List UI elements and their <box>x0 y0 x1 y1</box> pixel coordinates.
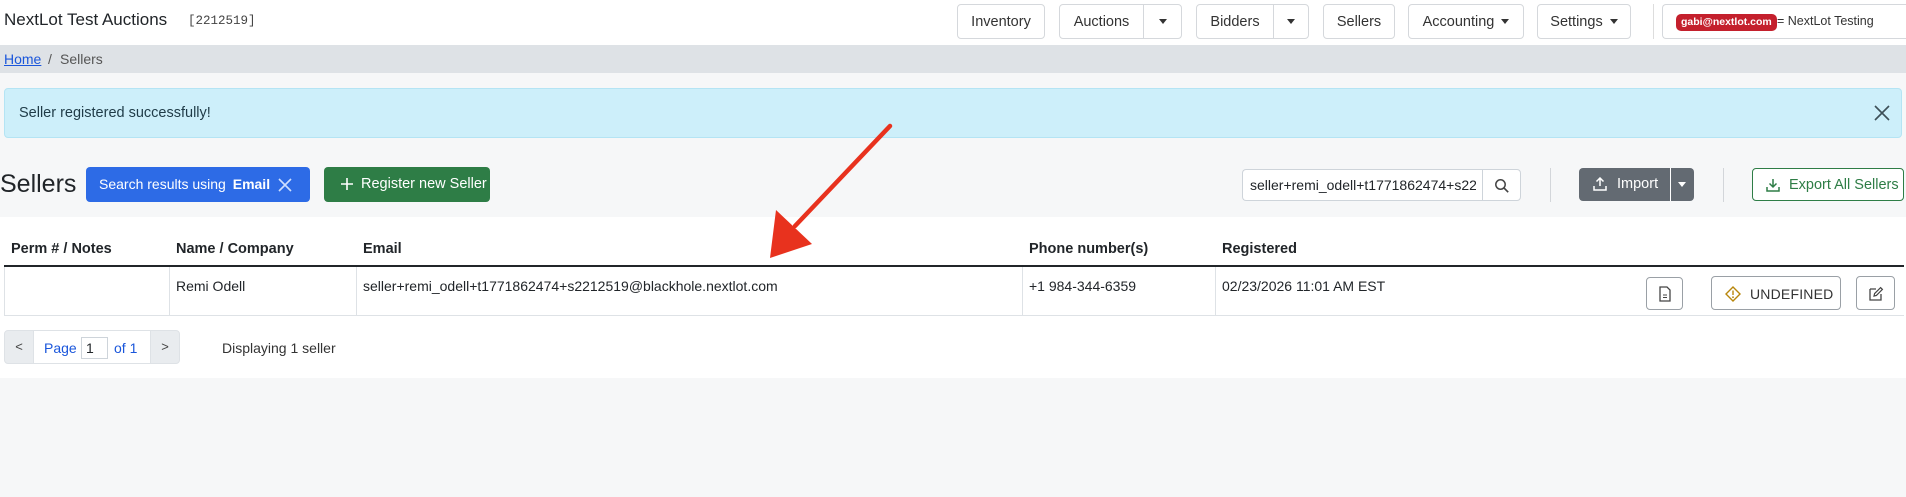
auctions-dropdown-toggle[interactable] <box>1143 4 1182 39</box>
nav-divider <box>1653 4 1654 39</box>
column-header-name[interactable]: Name / Company <box>176 241 294 257</box>
user-org-label: = NextLot Testing <box>1777 14 1874 28</box>
column-header-phone[interactable]: Phone number(s) <box>1029 241 1148 257</box>
register-seller-label: Register new Seller <box>361 176 487 192</box>
caret-down-icon <box>1287 19 1295 24</box>
cell-phone: +1 984-344-6359 <box>1029 278 1137 294</box>
nav-sellers-button[interactable]: Sellers <box>1323 4 1395 39</box>
close-icon[interactable] <box>1871 102 1893 124</box>
search-icon <box>1495 179 1509 193</box>
cell-divider <box>356 267 357 316</box>
page-number-input[interactable] <box>81 337 108 359</box>
toolbar-divider <box>1550 168 1551 202</box>
nav-settings-dropdown[interactable]: Settings <box>1537 4 1631 39</box>
alert-message: Seller registered successfully! <box>19 105 211 121</box>
top-navbar: NextLot Test Auctions [2212519] Inventor… <box>0 0 1906 45</box>
nav-settings-label: Settings <box>1550 13 1603 30</box>
search-filter-chip[interactable]: Search results using Email <box>86 167 310 202</box>
breadcrumb: Home / Sellers <box>0 45 1906 73</box>
nav-auctions-label: Auctions <box>1073 13 1130 30</box>
nav-bidders-button[interactable]: Bidders <box>1196 4 1274 39</box>
clear-filter-icon[interactable] <box>276 176 294 194</box>
cell-divider <box>1215 267 1216 316</box>
caret-down-icon <box>1501 19 1510 24</box>
edit-seller-button[interactable] <box>1856 276 1895 310</box>
nav-sellers-label: Sellers <box>1336 13 1382 30</box>
prev-page-button[interactable]: < <box>4 330 34 364</box>
breadcrumb-separator: / <box>48 51 52 67</box>
column-header-registered[interactable]: Registered <box>1222 241 1297 257</box>
search-button[interactable] <box>1482 169 1521 201</box>
page-total: of 1 <box>114 340 138 356</box>
results-summary: Displaying 1 seller <box>222 340 336 356</box>
success-alert: Seller registered successfully! <box>4 88 1902 138</box>
page-title: Sellers <box>0 170 77 198</box>
export-sellers-button[interactable]: Export All Sellers <box>1752 168 1904 201</box>
download-icon <box>1766 179 1780 192</box>
status-button[interactable]: UNDEFINED <box>1711 276 1841 310</box>
export-label: Export All Sellers <box>1789 177 1899 193</box>
brand-title[interactable]: NextLot Test Auctions <box>4 10 167 30</box>
user-email-badge: gabi@nextlot.com <box>1676 14 1777 31</box>
nav-inventory-label: Inventory <box>971 13 1031 30</box>
caret-down-icon <box>1609 19 1618 24</box>
cell-registered: 02/23/2026 11:01 AM EST <box>1222 278 1386 294</box>
search-input[interactable] <box>1242 169 1483 201</box>
pagination: < Page of 1 > <box>4 330 180 364</box>
auction-id: [2212519] <box>188 14 256 28</box>
toolbar-divider <box>1723 168 1724 202</box>
page-indicator: Page of 1 <box>34 330 150 364</box>
column-header-email[interactable]: Email <box>363 241 402 257</box>
cell-divider <box>1022 267 1023 316</box>
warning-diamond-icon <box>1725 286 1741 302</box>
caret-down-icon <box>1678 182 1686 187</box>
column-header-perm[interactable]: Perm # / Notes <box>11 241 112 257</box>
document-icon <box>1659 286 1671 302</box>
nav-bidders-label: Bidders <box>1210 13 1260 30</box>
cell-name[interactable]: Remi Odell <box>176 278 245 294</box>
register-seller-button[interactable]: Register new Seller <box>324 167 490 202</box>
status-label: UNDEFINED <box>1750 286 1834 302</box>
breadcrumb-home-link[interactable]: Home <box>4 51 41 67</box>
document-button[interactable] <box>1646 277 1683 310</box>
next-page-button[interactable]: > <box>150 330 180 364</box>
nav-accounting-dropdown[interactable]: Accounting <box>1408 4 1524 39</box>
import-label: Import <box>1617 176 1659 192</box>
plus-icon <box>338 175 356 193</box>
cell-divider <box>169 267 170 316</box>
search-chip-label: Search results using Email <box>99 176 271 192</box>
upload-icon <box>1593 177 1607 191</box>
page-label: Page <box>44 340 77 356</box>
user-account-dropdown[interactable]: gabi@nextlot.com = NextLot Testing <box>1662 4 1906 39</box>
import-dropdown-toggle[interactable] <box>1670 168 1694 201</box>
import-button[interactable]: Import <box>1579 168 1670 201</box>
table-row[interactable] <box>4 267 1904 316</box>
bidders-dropdown-toggle[interactable] <box>1273 4 1309 39</box>
nav-auctions-button[interactable]: Auctions <box>1059 4 1144 39</box>
cell-email: seller+remi_odell+t1771862474+s2212519@b… <box>363 278 778 294</box>
caret-down-icon <box>1158 19 1167 24</box>
breadcrumb-current: Sellers <box>60 51 103 67</box>
nav-inventory-button[interactable]: Inventory <box>957 4 1045 39</box>
edit-icon <box>1869 286 1884 301</box>
nav-accounting-label: Accounting <box>1422 13 1495 30</box>
